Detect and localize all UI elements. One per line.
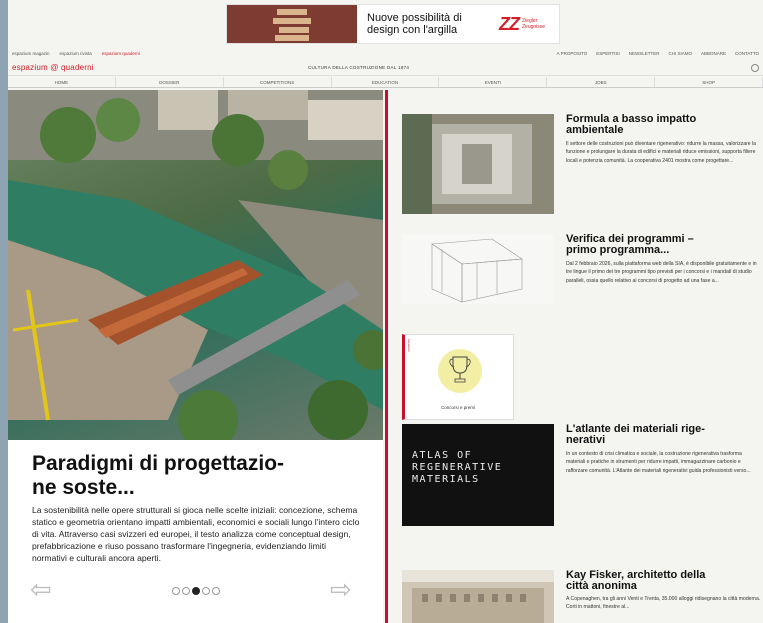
article-title[interactable]: Kay Fisker, architetto della città anoni… <box>566 570 763 592</box>
article-thumbnail[interactable]: ATLAS OF REGENERATIVE MATERIALS <box>402 424 554 526</box>
site-header: espazium @ quaderni CULTURA DELLA COSTRU… <box>8 60 763 76</box>
slider-dot[interactable] <box>182 587 190 595</box>
slider-dots <box>172 587 220 595</box>
trophy-icon <box>449 356 471 383</box>
slider-dot-active[interactable] <box>192 587 200 595</box>
nav-education[interactable]: EDUCATION <box>332 77 440 87</box>
top-link-rivista[interactable]: espazium rivista <box>60 51 92 56</box>
top-link-chi-siamo[interactable]: CHI SIAMO <box>668 51 692 56</box>
site-tagline: CULTURA DELLA COSTRUZIONE DAL 1874 <box>308 65 410 70</box>
nav-competitions[interactable]: COMPETITIONS <box>224 77 332 87</box>
card-side-label: espazium <box>407 339 411 352</box>
ad-image <box>227 5 357 43</box>
article-card[interactable]: Verifica dei programmi – primo programma… <box>402 234 763 324</box>
ad-banner[interactable]: Nuove possibilità di design con l'argill… <box>226 4 560 44</box>
nav-jobs[interactable]: JOBS <box>547 77 656 87</box>
article-card[interactable]: Kay Fisker, architetto della città anoni… <box>402 570 763 623</box>
article-card[interactable]: ATLAS OF REGENERATIVE MATERIALS L'atlant… <box>402 424 763 534</box>
article-thumbnail[interactable] <box>402 114 554 214</box>
column-divider <box>385 90 388 623</box>
top-link-espertisi[interactable]: ESPERTISI <box>596 51 619 56</box>
category-card[interactable]: espazium Concorsi e premi <box>402 334 514 420</box>
main-nav: HOME DOSSIER COMPETITIONS EDUCATION EVEN… <box>8 77 763 88</box>
article-title[interactable]: L'atlante dei materiali rige- nerativi <box>566 424 763 446</box>
nav-home[interactable]: HOME <box>8 77 116 87</box>
card-label: Concorsi e premi <box>440 405 475 410</box>
article-title[interactable]: Verifica dei programmi – primo programma… <box>566 234 763 256</box>
nav-eventi[interactable]: EVENTI <box>439 77 548 87</box>
top-link-magazin[interactable]: espazium magazin <box>12 51 50 56</box>
top-link-newsletter[interactable]: NEWSLETTER <box>629 51 660 56</box>
article-thumbnail[interactable] <box>402 570 554 623</box>
top-link-abbonare[interactable]: ABBONARE <box>701 51 726 56</box>
arrow-left-icon[interactable]: ⇦ <box>30 576 60 602</box>
hero-image[interactable] <box>8 90 383 440</box>
article-thumbnail[interactable] <box>402 234 554 304</box>
nav-dossier[interactable]: DOSSIER <box>116 77 224 87</box>
search-icon[interactable] <box>751 63 759 72</box>
ad-logo: ZZ Ziegler Zeugnisse <box>499 13 546 34</box>
top-link-contatto[interactable]: CONTATTO <box>735 51 759 56</box>
article-title[interactable]: Formula a basso impatto ambientale <box>566 114 763 136</box>
ad-headline: Nuove possibilità di design con l'argill… <box>367 12 462 36</box>
slider-dot[interactable] <box>202 587 210 595</box>
article-excerpt: Dal 2 febbraio 2026, sulla piattaforma w… <box>566 261 757 284</box>
article-card[interactable]: Formula a basso impatto ambientale Il se… <box>402 114 763 224</box>
hero-text: La sostenibilità nelle opere strutturali… <box>32 505 360 563</box>
top-links-bar: espazium magazin espazium rivista espazi… <box>8 48 763 58</box>
hero-slider: Paradigmi di progettazio- ne soste... La… <box>8 90 383 623</box>
article-excerpt: A Copenaghen, tra gli anni Venti e Trent… <box>566 596 761 611</box>
top-link-quaderni[interactable]: espazium quaderni <box>102 51 140 56</box>
article-excerpt: In un contesto di crisi climatica e soci… <box>566 451 751 474</box>
slider-dot[interactable] <box>172 587 180 595</box>
top-link-a-proposito[interactable]: A PROPOSITO <box>557 51 588 56</box>
arrow-right-icon[interactable]: ⇨ <box>330 576 360 602</box>
hero-title[interactable]: Paradigmi di progettazio- ne soste... <box>32 452 372 500</box>
article-excerpt: Il settore delle costruzioni può diventa… <box>566 141 756 164</box>
nav-shop[interactable]: SHOP <box>655 77 763 87</box>
slider-dot[interactable] <box>212 587 220 595</box>
browser-page: Nuove possibilità di design con l'argill… <box>8 0 763 623</box>
site-logo[interactable]: espazium @ quaderni <box>12 63 94 72</box>
